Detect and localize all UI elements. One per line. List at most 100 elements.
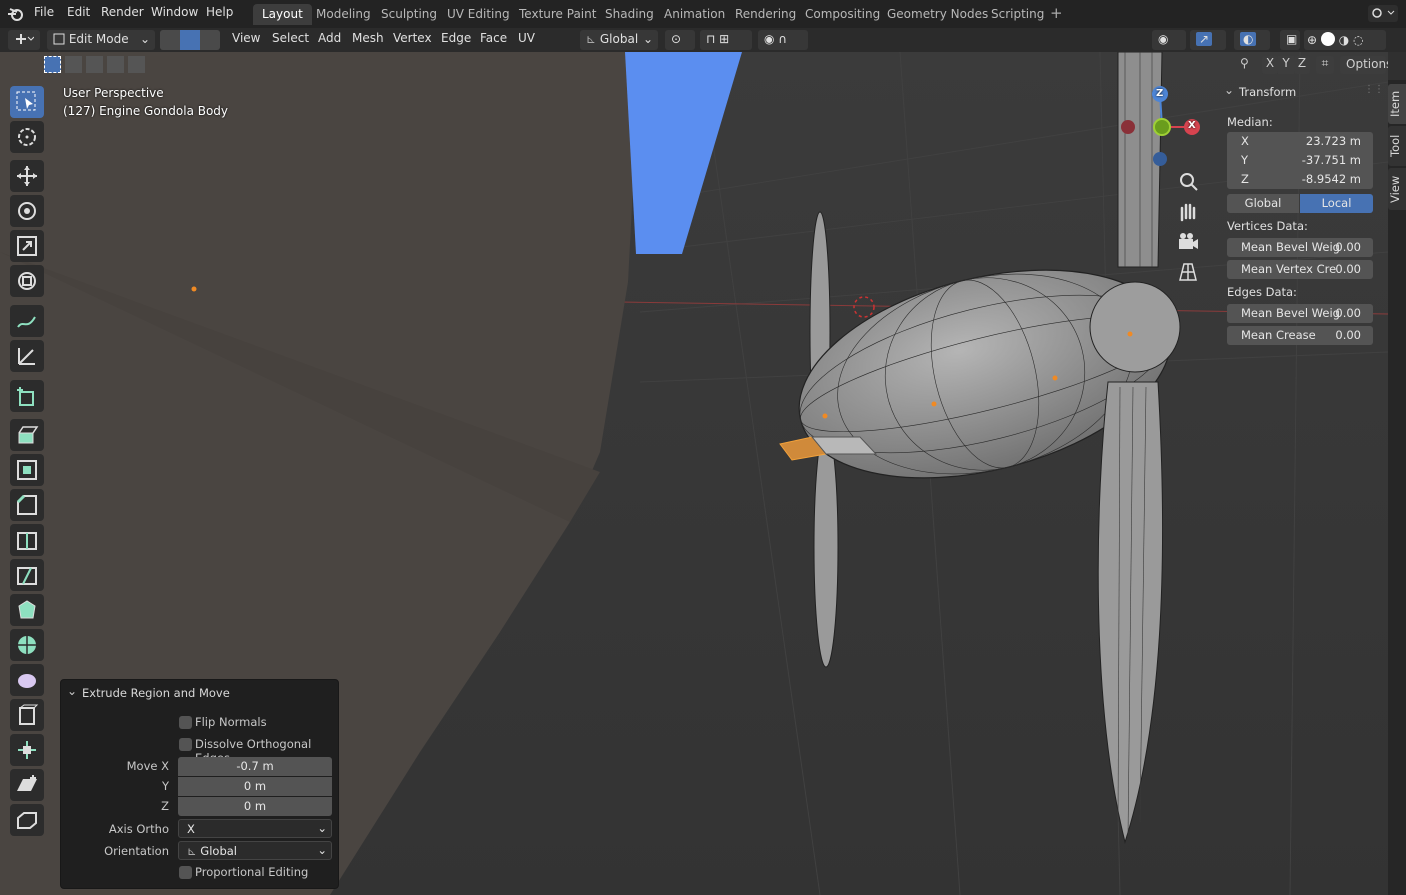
median-z-field[interactable]: Z -8.9542 m [1227,170,1373,189]
bevel-tool[interactable] [10,489,44,521]
transform-section-title[interactable]: Transform [1239,85,1296,99]
move-x-field[interactable]: -0.7 m [178,757,332,776]
mode-dropdown[interactable]: Edit Mode ⌄ [47,30,155,50]
smooth-tool[interactable] [10,664,44,696]
tab-view[interactable]: View [1388,168,1406,210]
tab-tool[interactable]: Tool [1388,126,1406,166]
scene-selector-icon[interactable] [1368,5,1398,22]
mirror-z-button[interactable]: Z [1294,56,1310,74]
add-cube-tool[interactable] [10,380,44,412]
wireframe-shading-icon[interactable]: ⊕ [1307,33,1317,47]
median-x-field[interactable]: X 23.723 m [1227,132,1373,151]
mirror-x-button[interactable]: X [1262,56,1278,74]
pan-hand-icon[interactable] [1176,200,1200,224]
drag-handle-icon[interactable]: ⋮⋮ [1364,84,1384,95]
scale-tool[interactable] [10,230,44,262]
tab-texture-paint[interactable]: Texture Paint [510,4,605,25]
menu-edit[interactable]: Edit [67,5,90,19]
select-box-tool[interactable] [10,86,44,118]
chevron-down-icon[interactable]: ⌄ [67,684,77,698]
mean-crease-field[interactable]: Mean Crease 0.00 [1227,326,1373,345]
axis-ortho-select[interactable]: X ⌄ [178,819,332,838]
xray-toggle[interactable]: ▣ [1280,30,1300,50]
tab-scripting[interactable]: Scripting [982,4,1053,25]
perspective-grid-icon[interactable] [1176,260,1200,284]
rip-region-tool[interactable] [10,804,44,836]
menu-mesh[interactable]: Mesh [352,31,384,45]
tab-item[interactable]: Item [1388,84,1406,124]
menu-render[interactable]: Render [101,5,144,19]
menu-edge[interactable]: Edge [441,31,471,45]
orientation-dropdown[interactable]: ⊾ Global ⌄ [580,30,658,50]
gizmo-toggle[interactable]: ↗ [1190,30,1226,50]
menu-uv[interactable]: UV [518,31,535,45]
tab-geometry-nodes[interactable]: Geometry Nodes [878,4,997,25]
tab-modeling[interactable]: Modeling [307,4,380,25]
tab-compositing[interactable]: Compositing [796,4,889,25]
proportional-edit-group[interactable]: ◉ ∩ [758,30,808,50]
vertex-select-button[interactable] [160,30,180,50]
snap-group[interactable]: ⊓ ⊞ [700,30,752,50]
menu-vertex[interactable]: Vertex [393,31,432,45]
loop-cut-tool[interactable] [10,524,44,556]
extrude-tool[interactable] [10,419,44,451]
move-tool[interactable] [10,160,44,192]
annotate-tool[interactable] [10,305,44,337]
mean-vertex-crease-field[interactable]: Mean Vertex Cre 0.00 [1227,260,1373,279]
menu-window[interactable]: Window [151,5,198,19]
global-toggle[interactable]: Global [1227,194,1299,213]
chevron-down-icon[interactable]: ⌄ [1224,83,1234,97]
rotate-tool[interactable] [10,195,44,227]
solid-shading-icon[interactable] [1320,32,1335,46]
select-subtract-icon[interactable] [86,56,103,73]
rendered-shading-icon[interactable]: ◌ [1353,33,1363,47]
tab-animation[interactable]: Animation [655,4,734,25]
spin-tool[interactable] [10,629,44,661]
shrink-fatten-tool[interactable] [10,734,44,766]
select-extend-icon[interactable] [65,56,82,73]
tab-rendering[interactable]: Rendering [726,4,805,25]
menu-view[interactable]: View [232,31,260,45]
options-button[interactable]: Options [1340,56,1388,74]
median-y-field[interactable]: Y -37.751 m [1227,151,1373,170]
menu-help[interactable]: Help [206,5,233,19]
add-workspace-button[interactable]: + [1050,4,1063,22]
mean-bevel-weight-edge-field[interactable]: Mean Bevel Weig 0.00 [1227,304,1373,323]
edge-select-button[interactable] [180,30,200,50]
poly-build-tool[interactable] [10,594,44,626]
zoom-icon[interactable] [1176,170,1200,194]
flip-normals-checkbox[interactable] [179,716,192,729]
inset-tool[interactable] [10,454,44,486]
menu-file[interactable]: File [34,5,54,19]
knife-tool[interactable] [10,559,44,591]
3d-viewport[interactable]: User Perspective (127) Engine Gondola Bo… [0,52,1388,895]
blender-logo-icon[interactable] [7,5,25,23]
edge-slide-tool[interactable] [10,699,44,731]
camera-icon[interactable] [1176,230,1200,254]
tab-uv-editing[interactable]: UV Editing [438,4,519,25]
local-toggle[interactable]: Local [1300,194,1373,213]
menu-add[interactable]: Add [318,31,341,45]
tab-shading[interactable]: Shading [596,4,663,25]
transform-tool[interactable] [10,265,44,297]
shear-tool[interactable] [10,769,44,801]
measure-tool[interactable] [10,340,44,372]
tab-layout[interactable]: Layout [253,4,312,25]
visibility-dropdown[interactable]: ◉ [1152,30,1186,50]
select-intersect-icon[interactable] [128,56,145,73]
move-y-field[interactable]: 0 m [178,777,332,796]
menu-face[interactable]: Face [480,31,507,45]
mean-bevel-weight-vertex-field[interactable]: Mean Bevel Weig 0.00 [1227,238,1373,257]
orientation-select[interactable]: ⊾ Global ⌄ [178,841,332,860]
editor-type-button[interactable] [8,30,40,50]
mirror-y-button[interactable]: Y [1278,56,1294,74]
dissolve-checkbox[interactable] [179,738,192,751]
menu-select[interactable]: Select [272,31,309,45]
auto-merge-icon[interactable]: ⌗ [1316,56,1334,74]
select-invert-icon[interactable] [107,56,124,73]
material-shading-icon[interactable]: ◑ [1339,33,1349,47]
tab-sculpting[interactable]: Sculpting [372,4,446,25]
move-z-field[interactable]: 0 m [178,797,332,816]
overlay-toggle[interactable]: ◐ [1234,30,1270,50]
pivot-dropdown[interactable]: ⊙ [665,30,695,50]
